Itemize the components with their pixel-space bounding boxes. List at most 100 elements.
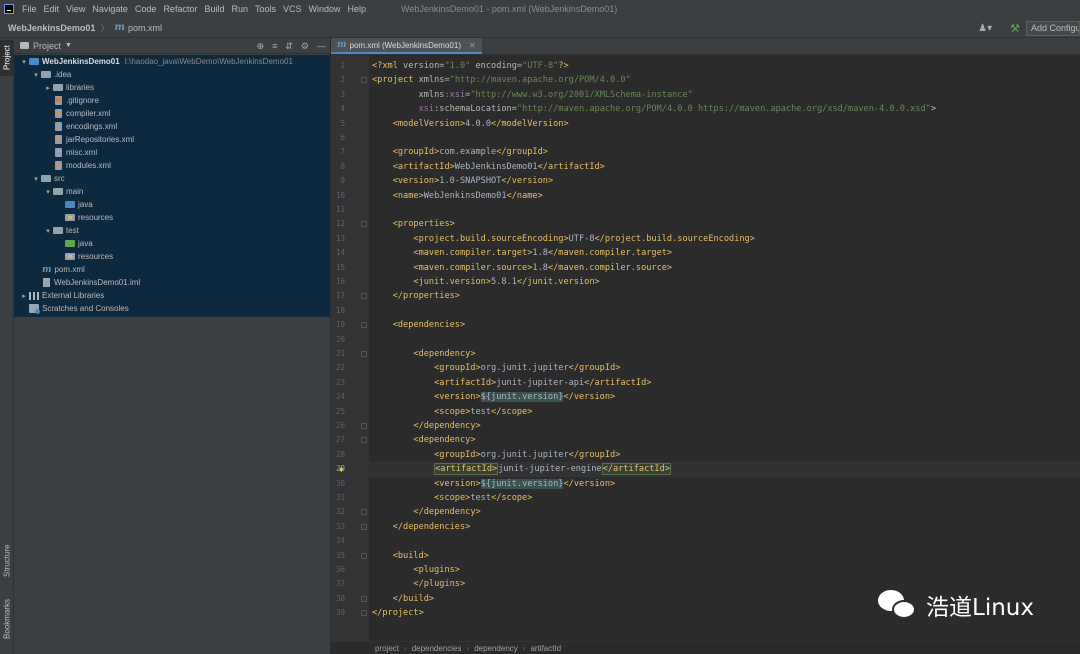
chevron-right-icon[interactable]: ▸ (44, 84, 52, 92)
tree-item[interactable]: .gitignore (14, 94, 330, 107)
code-line: 36 <plugins> (336, 563, 1080, 577)
left-tool-strip: Project Structure Bookmarks (0, 38, 14, 654)
menu-item-code[interactable]: Code (135, 0, 157, 18)
chevron-down-icon[interactable]: ▾ (32, 175, 40, 183)
menu-item-build[interactable]: Build (204, 0, 224, 18)
collapse-all-icon[interactable]: ≡ (272, 41, 277, 51)
tree-item[interactable]: ▸ External Libraries (14, 289, 330, 302)
add-configuration-button[interactable]: Add Configura (1026, 20, 1080, 36)
menu-item-file[interactable]: File (22, 0, 37, 18)
project-tool-button[interactable]: Project (0, 40, 14, 76)
menu-item-edit[interactable]: Edit (44, 0, 60, 18)
tree-item[interactable]: encodings.xml (14, 120, 330, 133)
fold-marker-icon[interactable] (361, 322, 367, 329)
code-line: 13 <project.build.sourceEncoding>UTF-8</… (336, 232, 1080, 246)
chevron-down-icon[interactable]: ▾ (44, 227, 52, 235)
code-token: org.junit.jupiter (480, 449, 569, 460)
fold-marker-icon[interactable] (361, 423, 367, 429)
tree-item[interactable]: ▸ libraries (14, 81, 330, 94)
fold-marker-icon[interactable] (361, 552, 367, 559)
tree-item[interactable]: java (14, 237, 330, 250)
code-token: com.example (439, 147, 497, 158)
tree-item[interactable]: m pom.xml (14, 263, 330, 276)
project-panel-title[interactable]: Project (33, 41, 61, 51)
gear-icon[interactable]: ⚙ (301, 41, 309, 52)
menu-item-tools[interactable]: Tools (255, 0, 276, 18)
menu-item-navigate[interactable]: Navigate (92, 0, 128, 18)
tree-item[interactable]: ▾ main (14, 185, 330, 198)
fold-marker-icon[interactable] (361, 221, 367, 228)
menu-item-view[interactable]: View (66, 0, 85, 18)
chevron-down-icon[interactable]: ▾ (20, 58, 28, 66)
structure-tool-button[interactable]: Structure (0, 538, 14, 584)
chevron-down-icon[interactable]: ▾ (44, 188, 52, 196)
window-title: WebJenkinsDemo01 - pom.xml (WebJenkinsDe… (401, 4, 618, 14)
code-line: 33 </dependencies> (336, 520, 1080, 534)
code-text: </plugins> (372, 577, 465, 591)
breadcrumb-separator: › (466, 643, 470, 653)
line-number: 32 (335, 507, 345, 517)
test-folder-icon (65, 240, 75, 247)
tree-item[interactable]: jarRepositories.xml (14, 133, 330, 146)
fold-marker-icon[interactable] (361, 610, 367, 617)
tree-item[interactable]: ▾ WebJenkinsDemo01 I:\haodao_java\WebDemo\… (14, 55, 330, 68)
breadcrumb-item[interactable]: project (375, 644, 399, 653)
tree-item[interactable]: misc.xml (14, 146, 330, 159)
project-tool-window: Project ▼ ⊕ ≡ ⇵ ⚙ — ▾ WebJenkinsDemo01 I:\… (14, 38, 330, 654)
fold-marker-icon[interactable] (361, 77, 367, 84)
code-token: <modelVersion> (392, 118, 466, 129)
code-token: "http://www.w3.org/2001/XMLSchema-instan… (470, 89, 693, 100)
code-editor[interactable]: 1 <?xml version="1.0" encoding="UTF-8"?> 2… (336, 55, 1080, 641)
chevron-right-icon[interactable]: ▸ (20, 292, 28, 300)
fold-marker-icon[interactable] (361, 293, 367, 300)
chevron-down-icon[interactable]: ▾ (32, 71, 40, 79)
line-number: 33 (335, 521, 345, 531)
locate-icon[interactable]: ⊕ (257, 41, 265, 52)
code-line: 9 <version>1.0-SNAPSHOT</version> (340, 174, 1080, 188)
intention-bulb-icon[interactable]: ♦ (339, 464, 344, 474)
code-token: </artifactId> (601, 463, 671, 476)
tree-item[interactable]: Scratches and Consoles (14, 302, 330, 315)
project-tree: ▾ WebJenkinsDemo01 I:\haodao_java\WebDemo\… (14, 55, 330, 317)
nav-file-crumb[interactable]: pom.xml (128, 23, 162, 33)
nav-project-crumb[interactable]: WebJenkinsDemo01 (8, 23, 95, 33)
code-token: WebJenkinsDemo01 (423, 190, 507, 201)
tree-item[interactable]: modules.xml (14, 159, 330, 172)
expand-all-icon[interactable]: ⇵ (285, 41, 293, 52)
code-token: </dependency> (413, 421, 481, 431)
build-hammer-icon[interactable]: ⚒ (1010, 22, 1020, 35)
tree-item-label: .gitignore (66, 96, 99, 105)
breadcrumb-item[interactable]: dependency (474, 644, 518, 653)
tree-item[interactable]: resources (14, 211, 330, 224)
menu-item-window[interactable]: Window (309, 0, 341, 18)
breadcrumb-item[interactable]: dependencies (412, 644, 462, 653)
fold-marker-icon[interactable] (361, 595, 367, 602)
bookmarks-tool-button[interactable]: Bookmarks (0, 594, 14, 644)
code-token: <scope> (434, 493, 471, 503)
fold-marker-icon[interactable] (361, 351, 367, 357)
gitignore-file-icon (55, 96, 62, 105)
tree-item[interactable]: java (14, 198, 330, 211)
breadcrumb-item[interactable]: artifactId (530, 644, 561, 653)
tree-item[interactable]: ▾ .idea (14, 68, 330, 81)
close-icon[interactable]: ✕ (469, 41, 476, 50)
fold-marker-icon[interactable] (361, 437, 367, 444)
chevron-down-icon[interactable]: ▼ (65, 42, 72, 49)
tree-item[interactable]: resources (14, 250, 330, 263)
menu-item-help[interactable]: Help (348, 0, 367, 18)
tab-pom-xml[interactable]: m pom.xml (WebJenkinsDemo01) ✕ (331, 38, 482, 54)
user-icon[interactable]: ♟▾ (978, 23, 992, 34)
hide-icon[interactable]: — (317, 41, 326, 51)
tree-item[interactable]: ▾ src (14, 172, 330, 185)
code-text: <scope>test</scope> (372, 491, 532, 505)
code-token: <scope> (434, 406, 471, 417)
menu-item-vcs[interactable]: VCS (283, 0, 302, 18)
fold-marker-icon[interactable] (361, 523, 367, 530)
tree-item[interactable]: ▾ test (14, 224, 330, 237)
tree-item[interactable]: WebJenkinsDemo01.iml (14, 276, 330, 289)
tree-item[interactable]: compiler.xml (14, 107, 330, 120)
maven-file-icon: m (337, 40, 347, 50)
fold-marker-icon[interactable] (361, 509, 367, 516)
menu-item-refactor[interactable]: Refactor (163, 0, 197, 18)
menu-item-run[interactable]: Run (231, 0, 248, 18)
